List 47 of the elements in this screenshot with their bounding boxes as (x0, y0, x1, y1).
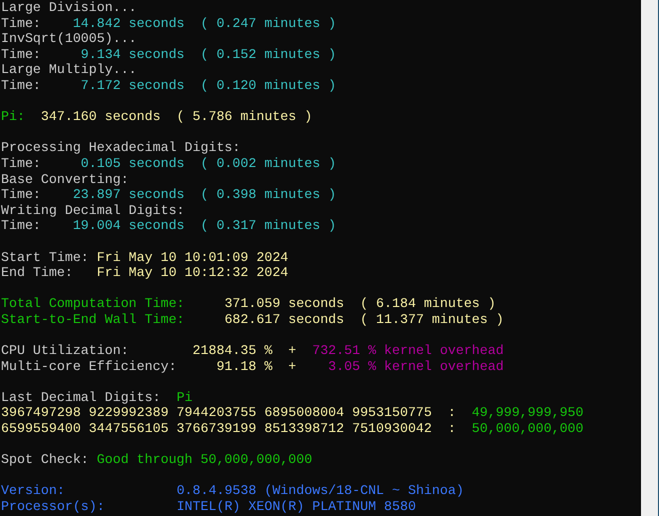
output-text: 6599559400 3447556105 3766739199 8513398712 7510930042 : (1, 421, 457, 436)
output-text: 682.617 seconds ( 11.377 minutes ) (224, 312, 504, 327)
output-text: Time: (1, 46, 42, 62)
output-text: 21884.35 % + (192, 343, 298, 358)
output-text: Processor(s): (1, 499, 106, 514)
output-text: Writing Decimal Digits: (1, 202, 185, 218)
output-text: Time: (1, 16, 42, 31)
output-text: Large Division... (1, 0, 137, 15)
output-text: Start Time: (1, 250, 90, 264)
output-text: Time: (1, 218, 42, 234)
output-text: 7.172 seconds ( 0.120 minutes ) (80, 78, 336, 93)
output-text: 49,999,999,950 (472, 405, 584, 420)
output-text: End Time: (1, 265, 74, 280)
output-text: 0.105 seconds ( 0.002 minutes ) (80, 156, 336, 171)
output-text: Large Multiply... (1, 62, 137, 78)
output-text: 347.160 seconds ( 5.786 minutes ) (40, 109, 312, 124)
output-text: CPU Utilization: (1, 343, 130, 358)
output-text: INTEL(R) XEON(R) PLATINUM 8580 (176, 499, 416, 514)
scrollbar-track[interactable] (641, 0, 659, 516)
output-text: Multi-core Efficiency: (1, 358, 178, 374)
output-text: Last Decimal Digits: (1, 390, 162, 405)
output-text: Base Converting: (1, 172, 129, 187)
output-text: 14.842 seconds ( 0.247 minutes ) (72, 16, 336, 31)
output-text: Fri May 10 10:12:32 2024 (96, 265, 288, 280)
output-text: Version: (1, 483, 66, 498)
output-text: Start-to-End Wall Time: (1, 312, 186, 327)
output-text: 371.059 seconds ( 6.184 minutes ) (224, 296, 496, 312)
output-text: 23.897 seconds ( 0.398 minutes ) (72, 187, 336, 202)
output-text: 9.134 seconds ( 0.152 minutes ) (80, 46, 336, 62)
output-text: InvSqrt(10005)... (1, 31, 137, 46)
output-text: 732.51 % kernel overhead (312, 343, 504, 358)
output-text: Good through 50,000,000,000 (96, 452, 312, 468)
output-text: Processing Hexadecimal Digits: (1, 140, 240, 156)
output-text: 19.004 seconds ( 0.317 minutes ) (72, 218, 336, 234)
output-text: Time: (1, 78, 42, 93)
output-text: Fri May 10 10:01:09 2024 (96, 250, 288, 264)
output-text: 3967497298 9229992389 7944203755 6895008004 9953150775 : (1, 405, 457, 420)
output-text: Pi: (1, 109, 26, 124)
output-text: 0.8.4.9538 (Windows/18-CNL ~ Shinoa) (176, 483, 464, 498)
output-text: Total Computation Time: (1, 296, 186, 312)
output-text: 91.18 % + (216, 358, 298, 374)
output-text: Spot Check: (1, 452, 90, 468)
output-text: Time: (1, 187, 42, 202)
output-text: Time: (1, 156, 42, 171)
output-text: Pi (176, 390, 193, 405)
output-text: 50,000,000,000 (472, 421, 584, 436)
output-text: 3.05 % kernel overhead (328, 358, 504, 374)
